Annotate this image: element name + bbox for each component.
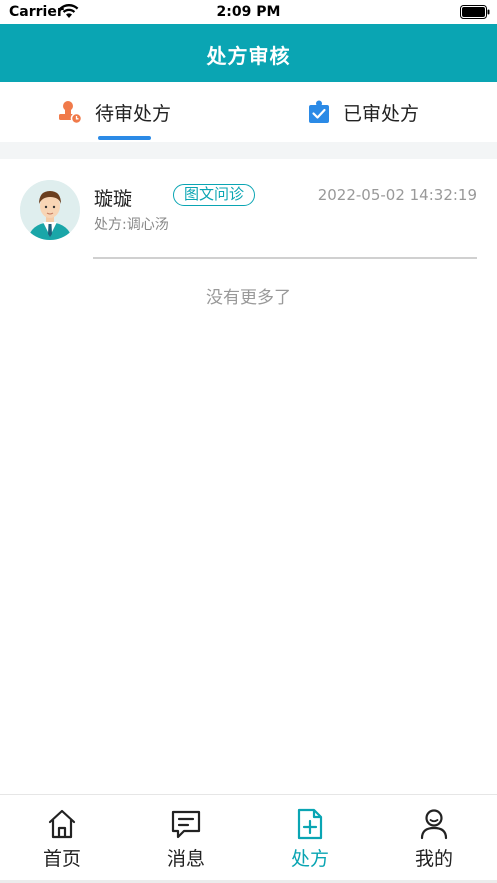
clock: 2:09 PM (216, 4, 281, 20)
clipboard-check-icon (309, 100, 329, 123)
nav-header: 处方审核 (0, 24, 497, 82)
tab-pending-label: 待审处方 (95, 103, 172, 125)
consult-type-badge: 图文问诊 (173, 184, 256, 206)
prescription-icon (297, 808, 323, 840)
tabbar-label-home: 首页 (42, 848, 81, 870)
prescription-summary: 处方:调心汤 (94, 214, 169, 234)
tabbar-item-profile[interactable]: 我的 (372, 795, 496, 883)
tab-reviewed-label: 已审处方 (343, 103, 420, 125)
tabbar-item-prescriptions[interactable]: 处方 (248, 795, 372, 883)
section-divider (0, 142, 497, 159)
battery-icon (460, 5, 490, 19)
prescription-prefix: 处方: (94, 217, 127, 233)
prescription-list-item[interactable]: 璇璇 图文问诊 2022-05-02 14:32:19 处方:调心汤 (0, 159, 497, 259)
active-tab-indicator (98, 136, 151, 140)
page-title: 处方审核 (206, 44, 291, 68)
tabbar-label-prescriptions: 处方 (290, 848, 329, 870)
tabbar-item-home[interactable]: 首页 (0, 795, 124, 883)
stamp-icon (59, 101, 82, 124)
prescription-name: 调心汤 (126, 217, 169, 233)
status-bar: Carrier 2:09 PM (0, 0, 497, 24)
bottom-tab-bar: 首页 消息 处方 我的 (0, 794, 497, 883)
list-end-message: 没有更多了 (206, 288, 291, 308)
message-icon (171, 810, 201, 839)
tabbar-label-profile: 我的 (414, 848, 453, 870)
profile-icon (420, 809, 448, 840)
prescription-timestamp: 2022-05-02 14:32:19 (317, 186, 477, 204)
review-tabs: 待审处方 已审处方 (0, 82, 497, 142)
tab-pending-prescriptions[interactable]: 待审处方 (0, 82, 248, 142)
doctor-avatar-icon (20, 180, 80, 240)
tabbar-item-messages[interactable]: 消息 (124, 795, 248, 883)
home-icon (48, 809, 76, 839)
list-divider (93, 257, 477, 259)
tab-reviewed-prescriptions[interactable]: 已审处方 (248, 82, 497, 142)
patient-name: 璇璇 (94, 188, 133, 210)
patient-avatar (20, 180, 80, 240)
tabbar-label-messages: 消息 (166, 848, 205, 870)
